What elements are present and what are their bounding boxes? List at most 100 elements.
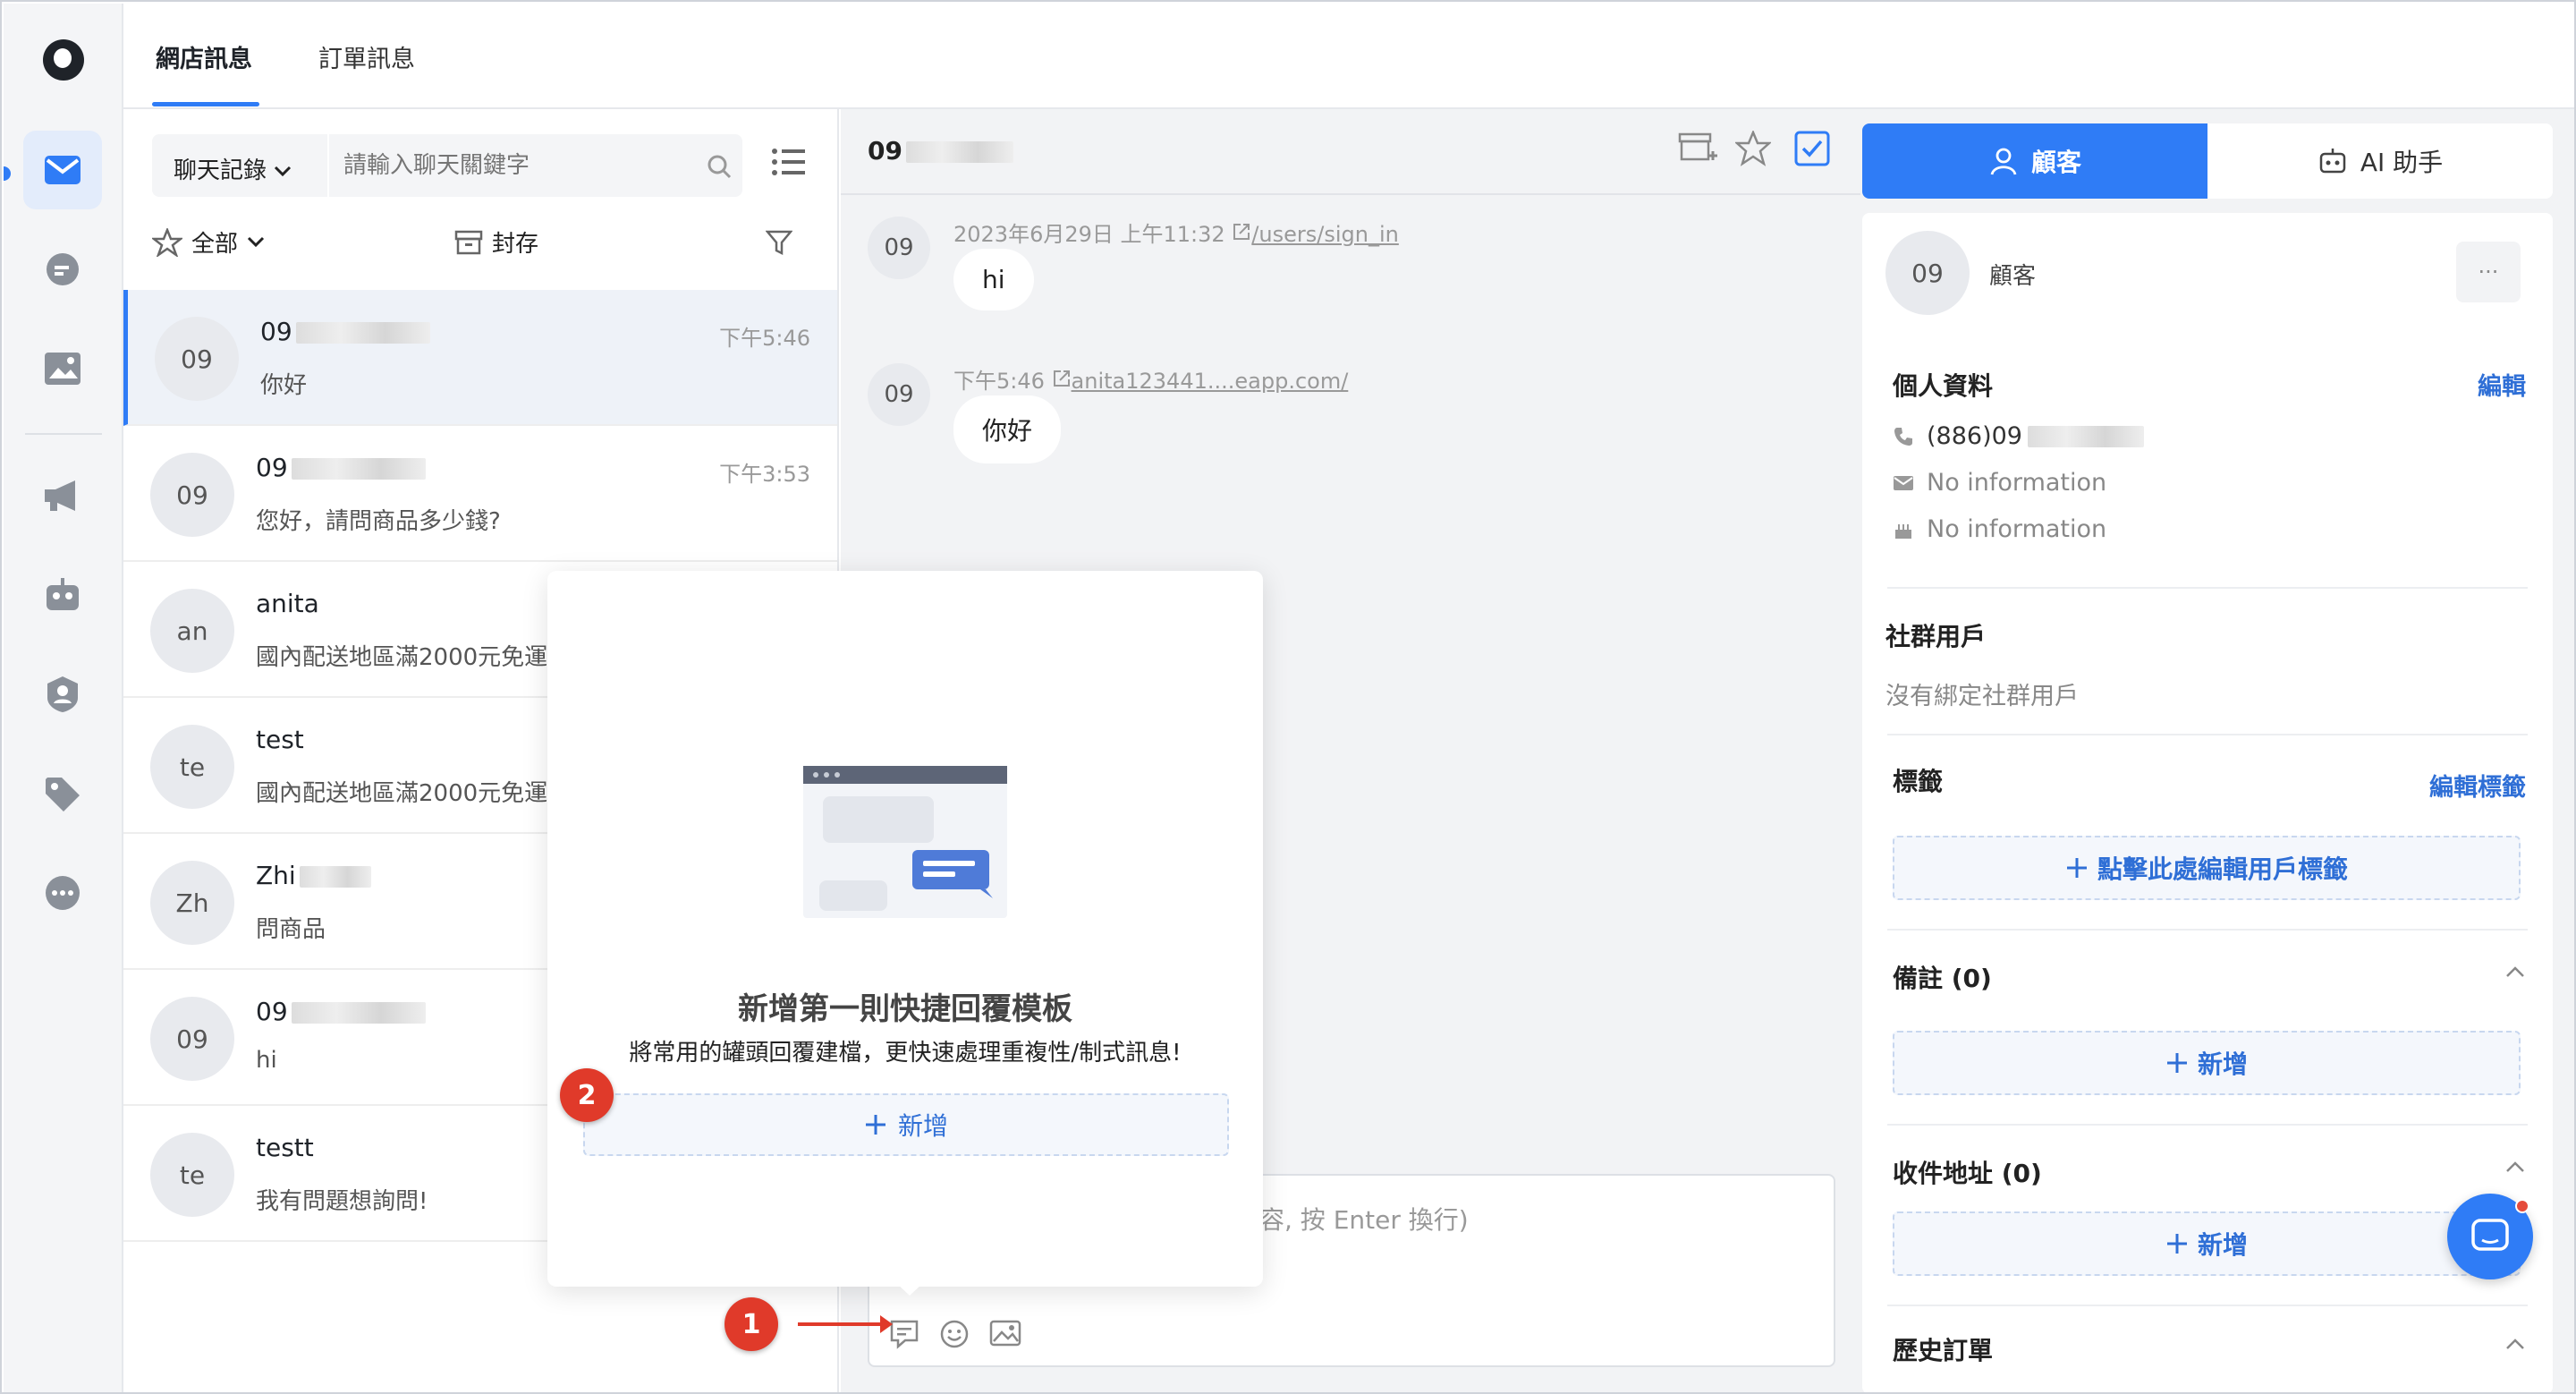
more-options-button[interactable]: ··· (2456, 242, 2521, 302)
add-note-label: 新增 (2197, 1050, 2248, 1079)
nav-image-icon[interactable] (23, 329, 102, 408)
conversation-name: anita (256, 589, 319, 618)
avatar: Zh (150, 861, 234, 945)
conversation-name: Zhi (256, 861, 371, 890)
conversation-preview: 問商品 (256, 916, 326, 943)
filter-icon[interactable] (766, 229, 792, 256)
nav-divider (25, 433, 102, 435)
record-type-select[interactable]: 聊天記錄 (174, 152, 292, 185)
step-badge-1: 1 (724, 1297, 778, 1351)
step-badge-2: 2 (560, 1068, 614, 1122)
conversation-name-text: Zhi (256, 861, 296, 890)
tab-shop-messages[interactable]: 網店訊息 (156, 39, 252, 74)
customer-label: 顧客 (1989, 263, 2037, 290)
star-filter[interactable]: 全部 (152, 225, 265, 259)
archive-icon (454, 230, 483, 254)
phone-icon (1894, 427, 1912, 446)
customer-card: 09 顧客 ··· 個人資料 編輯 (886)09 No information… (1862, 213, 2553, 1392)
avatar: 09 (868, 363, 930, 426)
redacted-number (291, 1002, 426, 1024)
nav-user-shield-icon[interactable] (23, 655, 102, 734)
robot-icon (2319, 149, 2346, 174)
birthday-value: No information (1927, 515, 2107, 543)
chevron-up-icon[interactable] (2504, 965, 2526, 979)
plus-icon (2166, 1053, 2187, 1073)
nav-more-icon[interactable] (23, 854, 102, 932)
quick-reply-icon[interactable] (889, 1319, 919, 1349)
archive-add-icon[interactable] (1678, 131, 1717, 166)
external-link-icon (1053, 370, 1070, 387)
nav-robot-icon[interactable] (23, 555, 102, 633)
tags-title: 標籤 (1893, 767, 1944, 796)
search-bar: 聊天記錄 (152, 134, 742, 197)
chat-search-input[interactable] (343, 143, 683, 188)
annotation-arrow (798, 1315, 893, 1333)
social-title: 社群用戶 (1885, 622, 1987, 651)
chevron-up-icon[interactable] (2504, 1160, 2526, 1174)
popup-description: 將常用的罐頭回覆建檔，更快速處理重複性/制式訊息! (629, 1040, 1182, 1067)
list-view-icon[interactable] (771, 147, 805, 177)
message-page-link[interactable]: anita123441....eapp.com/ (1072, 369, 1349, 394)
conversation-preview: 國內配送地區滿2000元免運 (256, 780, 548, 807)
add-template-button[interactable]: 新增 (583, 1093, 1229, 1156)
image-upload-icon[interactable] (989, 1319, 1021, 1347)
conversation-time: 下午3:53 (719, 462, 810, 487)
add-tag-button[interactable]: 點擊此處編輯用戶標籤 (1893, 836, 2521, 900)
avatar: te (150, 725, 234, 809)
edit-profile-link[interactable]: 編輯 (2478, 367, 2526, 402)
add-note-button[interactable]: 新增 (1893, 1031, 2521, 1095)
composer-placeholder: 容, 按 Enter 換行) (1259, 1205, 1469, 1235)
tab-customer-label: 顧客 (2030, 148, 2081, 177)
birthday-cake-icon (1895, 523, 1911, 539)
redacted-number (291, 458, 426, 480)
edit-tags-link[interactable]: 編輯標籤 (2429, 768, 2526, 803)
active-indicator (4, 166, 11, 181)
conversation-time: 下午5:46 (719, 326, 810, 351)
conversation-name-text: 09 (260, 317, 292, 346)
archive-filter[interactable]: 封存 (454, 225, 538, 259)
conversation-name: 09 (256, 997, 426, 1026)
emoji-icon[interactable] (939, 1319, 970, 1349)
redacted-number (905, 141, 1013, 163)
nav-megaphone-icon[interactable] (23, 456, 102, 535)
tab-customer[interactable]: 顧客 (1862, 123, 2207, 199)
redacted-text (299, 866, 371, 888)
conversation-name-text: 09 (256, 997, 288, 1026)
nav-chat-icon[interactable] (23, 231, 102, 310)
tab-ai-assistant[interactable]: AI 助手 (2207, 123, 2553, 199)
nav-messages-icon[interactable] (23, 131, 102, 209)
conversation-item[interactable]: 09 09 下午5:46 你好 (123, 290, 837, 426)
tab-order-messages[interactable]: 訂單訊息 (318, 39, 415, 74)
message-meta: 2023年6月29日 上午11:32 /users/sign_in (953, 217, 1399, 248)
email-row: No information (1893, 469, 2106, 497)
nav-tag-icon[interactable] (23, 755, 102, 834)
chat-title-text: 09 (868, 136, 902, 166)
app-window: 網店訊息 訂單訊息 聊天記錄 全部 封存 09 09 下午5:46 你好 (0, 0, 2576, 1394)
phone-value: (886)09 (1927, 422, 2022, 450)
plus-icon (2166, 1234, 2187, 1254)
chevron-up-icon[interactable] (2504, 1337, 2526, 1351)
message-time: 2023年6月29日 上午11:32 (953, 222, 1225, 247)
search-divider (327, 134, 329, 197)
redacted-number (295, 322, 430, 344)
checkbox-done-icon[interactable] (1794, 131, 1830, 166)
message-time: 下午5:46 (953, 369, 1045, 394)
section-divider (1887, 1124, 2528, 1126)
notification-dot (2515, 1199, 2529, 1213)
star-icon[interactable] (1735, 131, 1771, 166)
message-page-link[interactable]: /users/sign_in (1251, 222, 1399, 247)
email-value: No information (1927, 469, 2107, 497)
message-bubble: hi (953, 249, 1034, 310)
empty-template-illustration (803, 766, 1007, 918)
conversation-item[interactable]: 09 09 下午3:53 您好，請問商品多少錢? (123, 426, 837, 562)
notes-title: 備註 (0) (1893, 964, 1992, 993)
search-icon[interactable] (707, 154, 732, 179)
conversation-preview: 您好，請問商品多少錢? (256, 508, 501, 535)
add-address-button[interactable]: 新增 (1893, 1211, 2521, 1276)
redacted-number (2027, 425, 2144, 447)
conversation-preview: hi (256, 1047, 277, 1074)
chat-header: 09 (841, 109, 1860, 195)
popup-pointer (896, 1283, 923, 1296)
support-chat-button[interactable] (2447, 1194, 2533, 1279)
conversation-name: 09 (260, 317, 430, 346)
